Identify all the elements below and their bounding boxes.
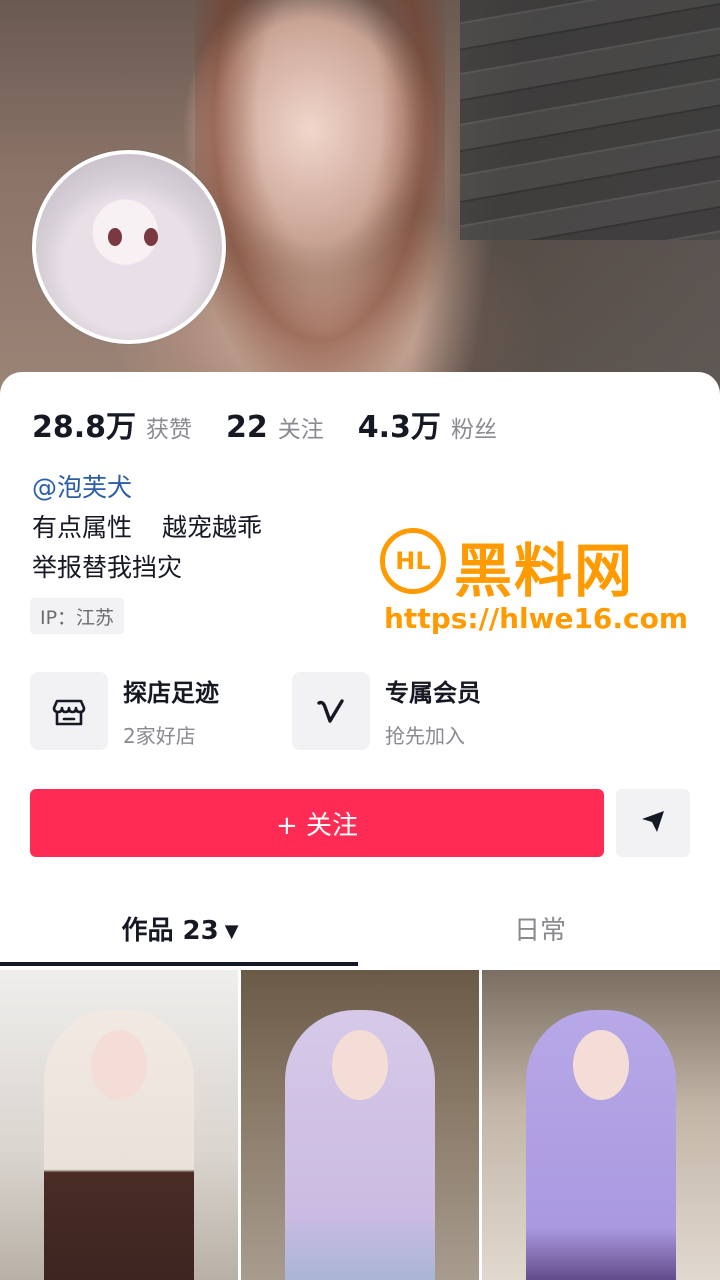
stat-following[interactable]: 22 关注 — [226, 410, 324, 445]
profile-sheet: 28.8万 获赞 22 关注 4.3万 粉丝 @泡芙犬 有点属性 越宠越乖 举报替… — [0, 372, 720, 1280]
feature-shop-visits[interactable]: 探店足迹 2家好店 — [30, 672, 219, 750]
profile-bio-line-2: 举报替我挡灾 — [32, 553, 183, 582]
cover-background-wall — [460, 0, 720, 240]
profile-stats: 28.8万 获赞 22 关注 4.3万 粉丝 — [32, 402, 531, 446]
feature-shop-title: 探店足迹 — [123, 679, 219, 707]
watermark-url: https://hlwe16.com — [384, 602, 689, 635]
share-button[interactable] — [616, 789, 690, 857]
video-thumbnail[interactable] — [482, 970, 720, 1280]
bio-text-a: 有点属性 — [32, 513, 133, 542]
caret-down-icon: ▼ — [224, 921, 239, 942]
stat-followers-value: 4.3万 — [357, 410, 441, 445]
video-thumbnail[interactable] — [241, 970, 479, 1280]
follow-button[interactable]: + 关注 — [30, 789, 604, 857]
stat-following-label: 关注 — [277, 417, 324, 443]
avatar-eye-right — [144, 228, 158, 246]
avatar-eye-left — [108, 228, 122, 246]
feature-membership[interactable]: 专属会员 抢先加入 — [292, 672, 481, 750]
feature-membership-subtitle: 抢先加入 — [385, 724, 465, 748]
stat-likes-value: 28.8万 — [32, 410, 137, 445]
stat-likes-label: 获赞 — [146, 417, 193, 443]
tab-active-indicator — [0, 962, 358, 966]
shop-icon — [30, 672, 108, 750]
ip-location-tag: IP：江苏 — [30, 598, 125, 634]
vip-v-icon — [292, 672, 370, 750]
content-tabs: 作品 23 ▼ 日常 — [0, 902, 720, 968]
stat-likes[interactable]: 28.8万 获赞 — [32, 402, 192, 446]
thumbnail-figure-face — [91, 1030, 147, 1100]
bio-text-b: 越宠越乖 — [162, 513, 263, 542]
thumbnail-figure-face — [332, 1030, 388, 1100]
watermark-name: 黑料网 — [454, 537, 635, 605]
feature-shop-subtitle: 2家好店 — [123, 724, 196, 748]
stat-followers[interactable]: 4.3万 粉丝 — [358, 402, 497, 446]
thumbnail-figure-face — [573, 1030, 629, 1100]
avatar[interactable] — [32, 150, 226, 344]
video-thumbnail[interactable] — [0, 970, 238, 1280]
stat-followers-label: 粉丝 — [450, 417, 497, 443]
watermark-logo-icon: HL — [380, 528, 446, 594]
feature-membership-title: 专属会员 — [385, 679, 481, 707]
cover-figure — [195, 0, 445, 380]
tab-daily[interactable]: 日常 — [360, 910, 720, 947]
works-grid — [0, 970, 720, 1280]
send-icon — [639, 807, 667, 839]
tab-works[interactable]: 作品 23 ▼ — [0, 910, 360, 947]
watermark: HL 黑料网 https://hlwe16.com — [380, 528, 700, 638]
profile-handle[interactable]: @泡芙犬 — [32, 468, 132, 504]
tab-works-label: 作品 23 — [121, 916, 219, 946]
profile-bio-line-1: 有点属性 越宠越乖 — [32, 508, 262, 544]
stat-following-value: 22 — [226, 410, 268, 445]
